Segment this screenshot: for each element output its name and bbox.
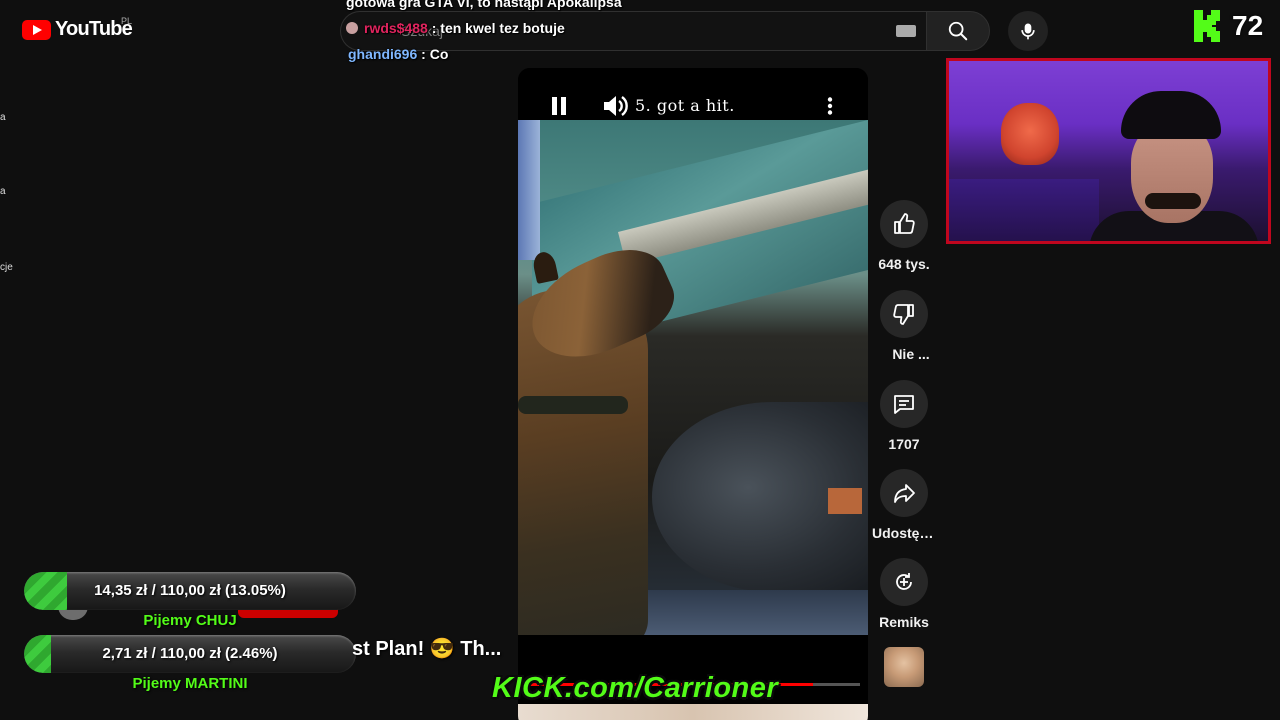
goal-amount-text: 2,71 zł / 110,00 zł (2.46%) [102, 645, 278, 662]
region-label: PL [121, 16, 133, 26]
remix-action[interactable]: Remiks [872, 558, 936, 630]
chat-text: Co [429, 46, 449, 62]
remix-label: Remiks [879, 614, 929, 630]
like-count: 648 tys. [878, 256, 930, 272]
share-action[interactable]: Udostęp... [872, 469, 936, 541]
chat-avatar [346, 22, 358, 34]
pause-icon [552, 97, 566, 115]
volume-button[interactable] [602, 94, 630, 118]
sidebar-item-fragment[interactable]: a [0, 112, 6, 123]
goal-name: Pijemy MARTINI [132, 675, 248, 692]
short-title: 5. got a hit. [635, 96, 735, 115]
comments-count: 1707 [888, 436, 920, 452]
streamer-webcam [946, 58, 1271, 244]
comment-icon [894, 395, 914, 414]
tank-sticker [828, 488, 862, 514]
remix-button[interactable] [880, 558, 928, 606]
microphone-icon [1021, 23, 1035, 40]
like-action[interactable]: 648 tys. [872, 200, 936, 272]
dog-collar [518, 396, 628, 414]
comments-button[interactable] [880, 380, 928, 428]
thumb-down-icon [893, 304, 914, 325]
sidebar-item-fragment[interactable]: a [0, 186, 6, 197]
remix-icon [896, 573, 912, 590]
chat-username: ghandi696 [348, 46, 418, 62]
comments-action[interactable]: 1707 [872, 380, 936, 452]
share-button[interactable] [880, 469, 928, 517]
kick-logo-icon [1194, 10, 1220, 42]
truck-edge [518, 120, 540, 260]
donation-goal-bar: 14,35 zł / 110,00 zł (13.05%) [24, 572, 356, 610]
chat-separator: : [431, 20, 437, 36]
donation-goal-bar: 2,71 zł / 110,00 zł (2.46%) [24, 635, 356, 673]
goal-name: Pijemy CHUJ [143, 612, 237, 629]
chat-username: rwds$488 [364, 20, 428, 36]
chat-separator: : [421, 46, 426, 62]
kick-viewer-counter: 72 [1194, 10, 1263, 42]
more-vert-icon [827, 97, 833, 115]
share-icon [894, 484, 915, 503]
sidebar-item-fragment[interactable]: cje [0, 262, 13, 273]
more-options-button[interactable] [818, 94, 842, 118]
chat-message: ghandi696 : Co [348, 46, 448, 62]
search-button[interactable] [926, 11, 990, 51]
keyboard-icon[interactable] [896, 25, 916, 37]
chat-text: ten kwel tez botuje [440, 20, 565, 36]
dislike-button[interactable] [880, 290, 928, 338]
webcam-streamer [1089, 91, 1259, 241]
webcam-plush-toy [1001, 103, 1059, 165]
share-label: Udostęp... [872, 525, 936, 541]
viewer-count: 72 [1232, 10, 1264, 41]
chat-message: rwds$488 : ten kwel tez botuje [346, 20, 565, 36]
goal-amount-text: 14,35 zł / 110,00 zł (13.05%) [94, 582, 286, 599]
channel-avatar[interactable] [884, 647, 924, 687]
chat-message-top: gotowa gra GTA VI, to nastąpi Apokalipsa [346, 0, 622, 10]
scrolling-ticker: st Plan! 😎 Th... [352, 638, 502, 660]
like-button[interactable] [880, 200, 928, 248]
dislike-action[interactable]: Nie ... [872, 290, 936, 362]
dislike-label: Nie ... [892, 346, 930, 362]
voice-search-button[interactable] [1008, 11, 1048, 51]
webcam-shelf [949, 179, 1099, 241]
search-icon [948, 21, 968, 41]
next-short-preview[interactable] [518, 704, 868, 720]
thumb-up-icon [894, 213, 915, 234]
volume-icon [604, 96, 628, 116]
pause-button[interactable] [548, 94, 570, 118]
kick-channel-url: KICK.com/Carrioner [492, 672, 779, 704]
youtube-logo[interactable]: YouTube [22, 18, 133, 41]
webcam-moustache [1145, 193, 1201, 209]
webcam-cap [1121, 91, 1221, 139]
video-frame[interactable] [518, 120, 868, 635]
youtube-play-icon [22, 19, 51, 40]
shorts-player[interactable]: 5. got a hit. [518, 68, 868, 720]
